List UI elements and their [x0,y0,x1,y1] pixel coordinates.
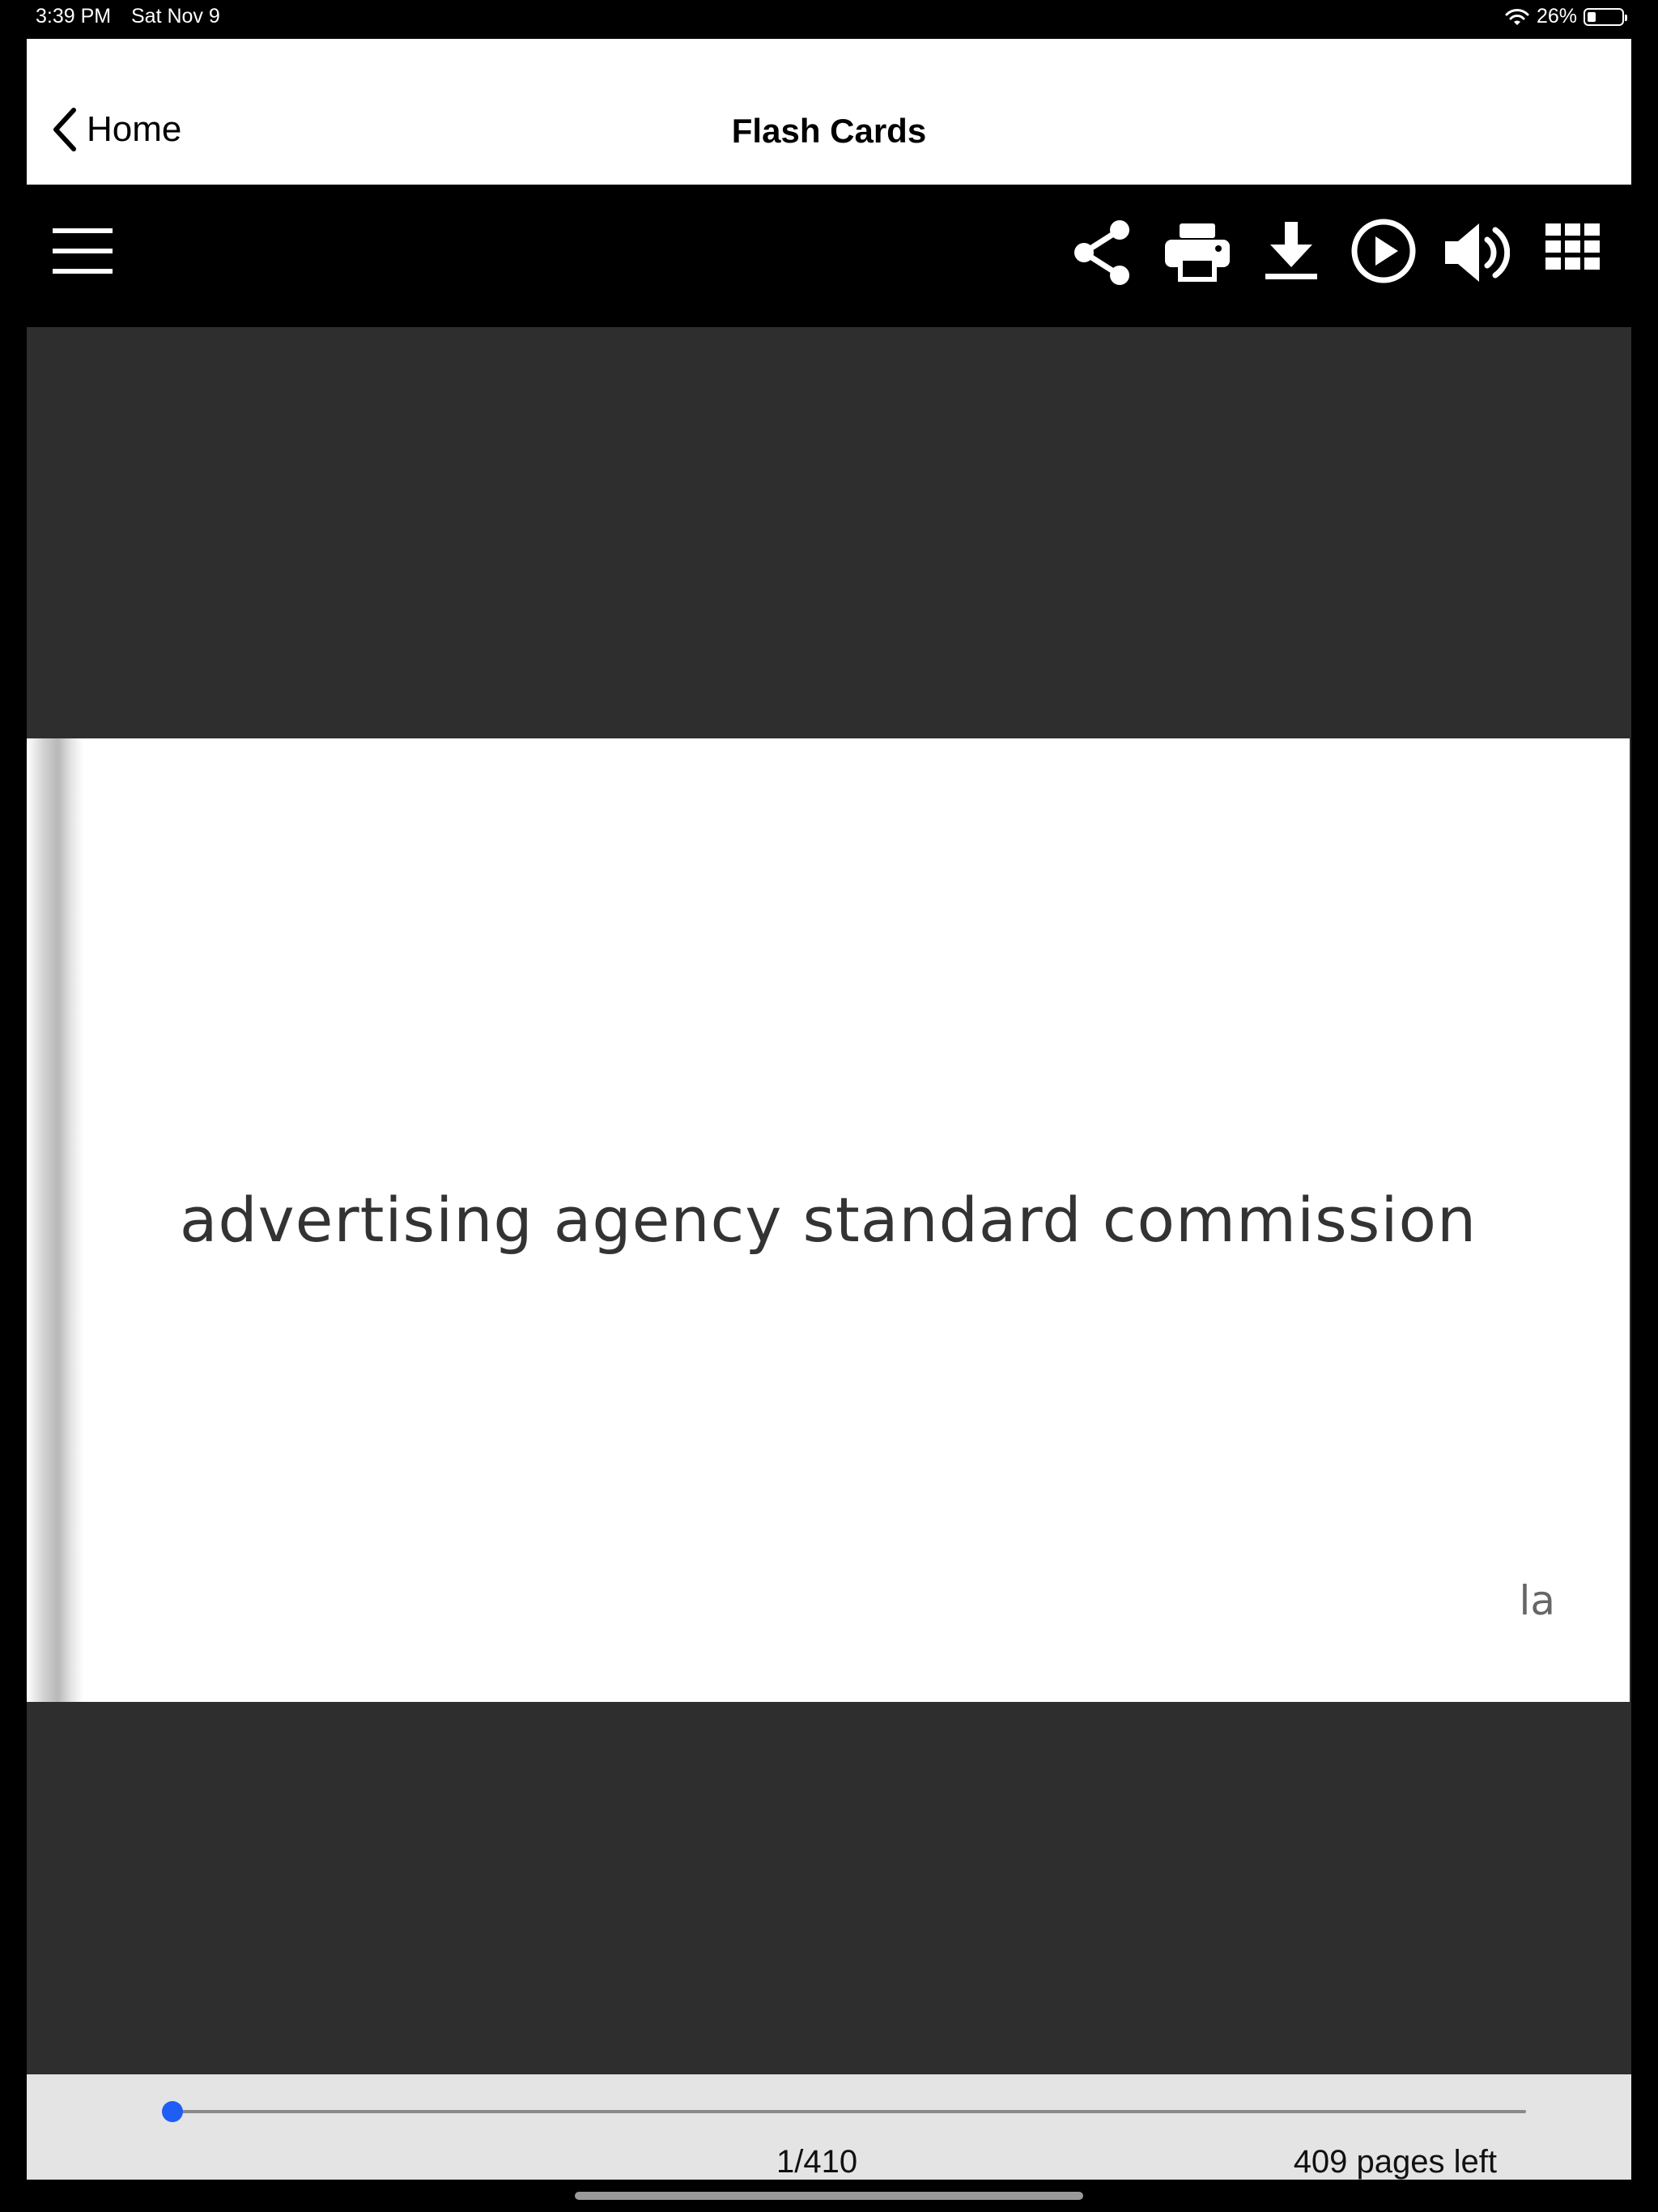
menu-icon[interactable] [53,227,113,275]
volume-icon[interactable] [1445,222,1510,283]
battery-icon [1584,7,1627,26]
card-term: advertising agency standard commission [179,1184,1477,1256]
battery-level [1588,11,1596,22]
card-corner-label: la [1519,1577,1555,1624]
card-viewer[interactable]: advertising agency standard commission l… [27,327,1631,2115]
battery-percent: 26% [1536,5,1577,28]
status-time: 3:39 PM [36,5,112,28]
download-icon[interactable] [1265,222,1317,280]
page-slider-thumb[interactable] [162,2101,183,2122]
app-frame: Home Flash Cards advertising agency stan… [27,39,1631,2180]
pages-left-label: 409 pages left [1293,2144,1497,2180]
home-indicator [575,2192,1083,2200]
status-bar: 3:39 PM Sat Nov 9 26% [0,0,1658,39]
print-icon[interactable] [1165,223,1230,282]
pager-bar: 1/410 409 pages left [27,2074,1631,2180]
flash-card[interactable]: advertising agency standard commission l… [27,738,1630,1702]
play-icon[interactable] [1350,217,1418,285]
status-indicators: 26% [1504,5,1627,28]
nav-bar: Home Flash Cards [27,39,1631,185]
share-icon[interactable] [1071,219,1133,287]
page-indicator: 1/410 [776,2144,858,2180]
page-slider[interactable] [162,2101,1526,2122]
status-date: Sat Nov 9 [131,5,220,28]
page-title: Flash Cards [731,112,927,150]
grid-icon[interactable] [1545,223,1601,270]
wifi-icon [1505,8,1529,25]
toolbar [27,185,1631,327]
